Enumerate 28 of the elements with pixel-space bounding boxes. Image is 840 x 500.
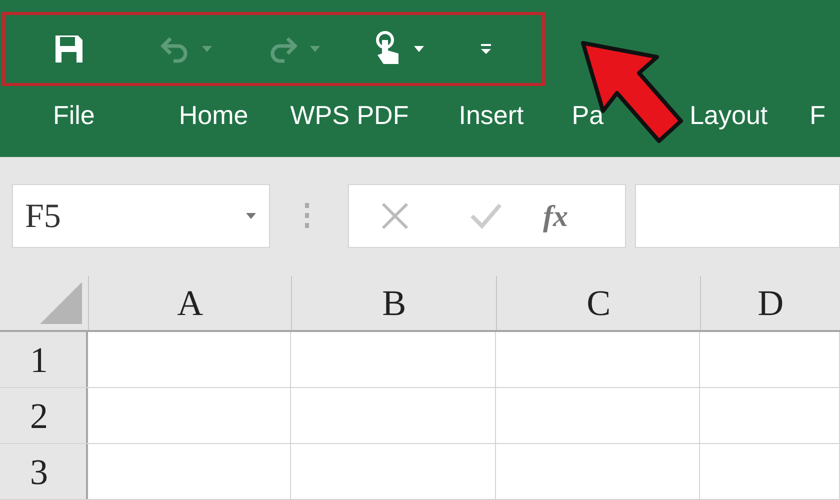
ribbon-tab[interactable]: WPS PDF <box>290 96 409 134</box>
ribbon-tab[interactable]: Home <box>178 96 248 134</box>
toolbar-button[interactable] <box>479 42 493 56</box>
column-header[interactable]: C <box>496 276 700 330</box>
row-header[interactable]: 3 <box>0 444 88 499</box>
caret-icon <box>201 45 213 53</box>
caret-icon <box>309 45 321 53</box>
caret-icon <box>413 45 425 53</box>
select-all-icon[interactable] <box>40 282 82 324</box>
cancel-icon[interactable] <box>379 200 411 232</box>
column-header[interactable]: B <box>291 276 496 330</box>
column-header[interactable]: D <box>700 276 840 330</box>
caret-icon <box>245 212 257 220</box>
grip-icon <box>304 201 310 231</box>
ribbon-tab[interactable]: File <box>53 96 95 134</box>
check-icon[interactable] <box>469 202 503 230</box>
insert-function-button[interactable]: fx <box>543 194 568 238</box>
customize-icon <box>479 42 493 56</box>
ribbon-tab[interactable]: Pa <box>572 96 604 134</box>
ribbon-tab[interactable]: Insert <box>458 96 524 134</box>
ribbon-tab[interactable]: Layout <box>690 96 768 134</box>
formula-input[interactable] <box>635 184 840 248</box>
ribbon-tab[interactable]: F <box>810 96 826 134</box>
name-box[interactable]: F5 <box>12 184 270 248</box>
cell-reference: F5 <box>25 196 62 236</box>
row-header[interactable]: 1 <box>0 332 88 387</box>
column-header[interactable]: A <box>88 276 292 330</box>
row-header[interactable]: 2 <box>0 388 88 443</box>
